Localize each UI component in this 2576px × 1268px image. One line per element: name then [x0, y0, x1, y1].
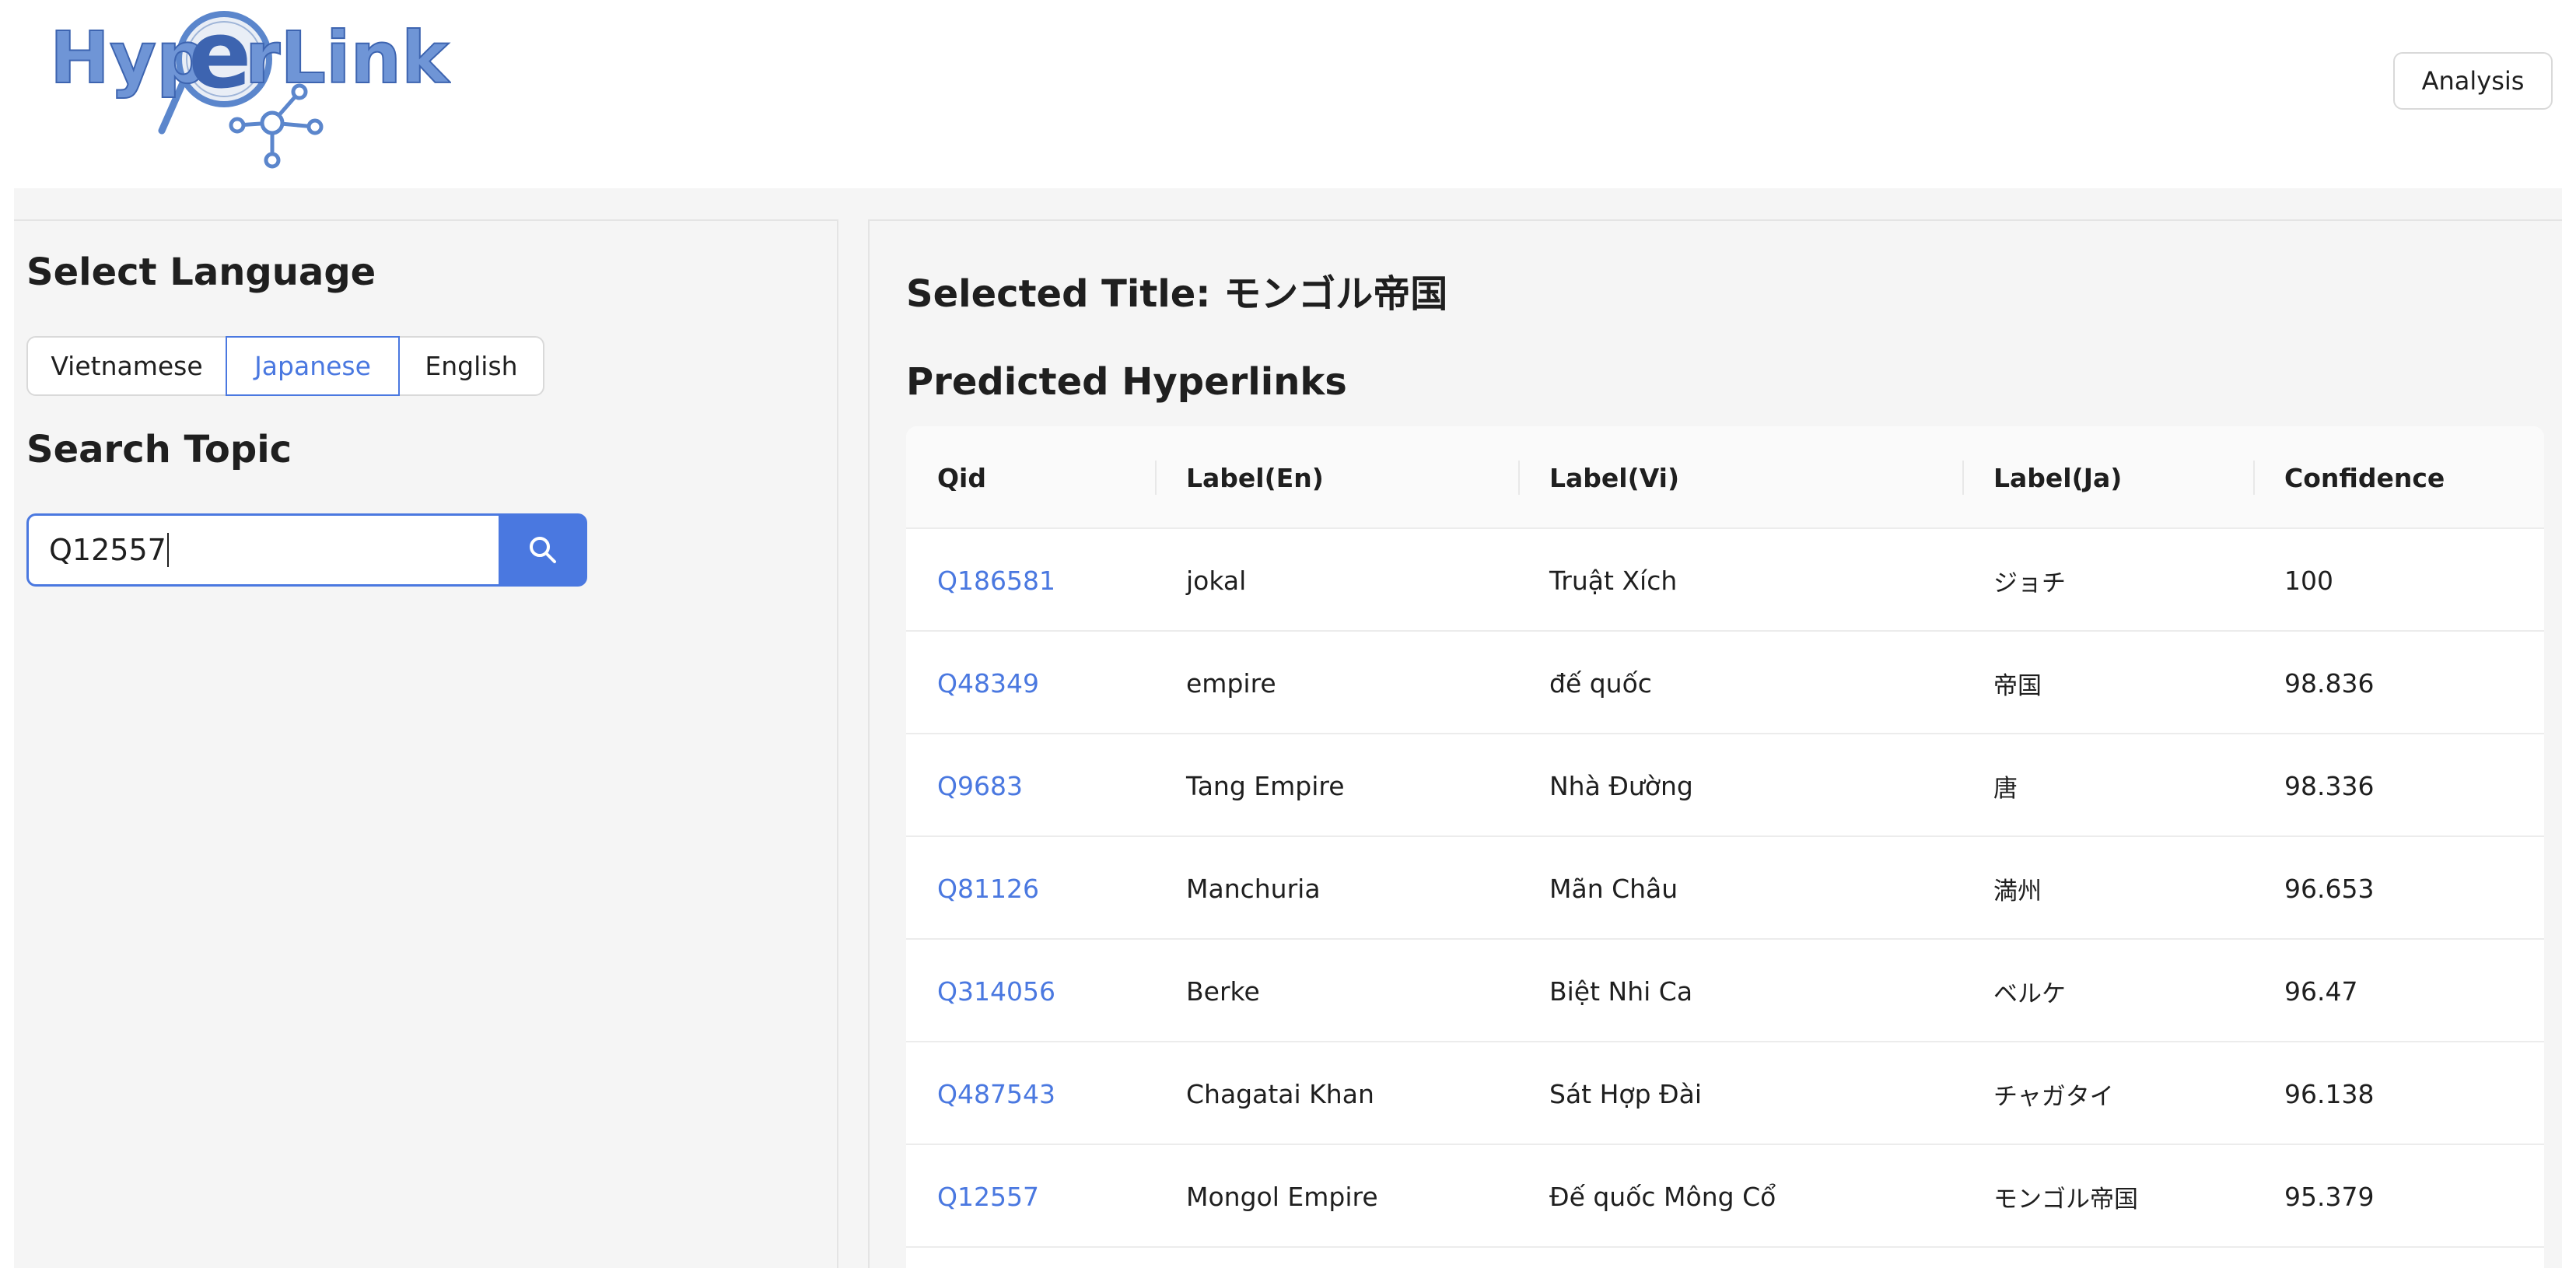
table-row: Q48349 empire đế quốc 帝国 98.836 [906, 632, 2544, 734]
qid-link[interactable]: Q487543 [937, 1042, 1055, 1145]
label-ja-cell: ベルケ [1993, 979, 2066, 1008]
qid-link[interactable]: Q12557 [937, 1145, 1039, 1248]
label-ja-cell: ジョチ [1993, 569, 2066, 597]
confidence-cell: 98.836 [2284, 667, 2375, 699]
search-button[interactable] [499, 513, 587, 587]
hyperlink-logo[interactable]: Hyp e rLink [47, 6, 451, 177]
qid-link[interactable]: Q9683 [937, 734, 1023, 837]
label-ja-cell: 帝国 [1993, 671, 2042, 700]
column-divider [1962, 461, 1964, 495]
column-divider [1518, 461, 1520, 495]
confidence-cell: 100 [2284, 565, 2333, 596]
column-header-label-en[interactable]: Label(En) [1186, 426, 1324, 529]
select-language-heading: Select Language [26, 250, 376, 294]
column-divider [1155, 461, 1157, 495]
label-ja-cell: 唐 [1993, 774, 2018, 803]
label-vi-cell: Mãn Châu [1549, 873, 1678, 904]
hyperlinks-table: Qid Label(En) Label(Vi) Label(Ja) Confid… [906, 426, 2544, 1268]
confidence-cell: 96.653 [2284, 873, 2375, 904]
label-en-cell: Berke [1186, 976, 1260, 1007]
confidence-cell: 96.138 [2284, 1078, 2375, 1109]
label-vi-cell: Sát Hợp Đài [1549, 1078, 1703, 1109]
label-ja-cell: モンゴル帝国 [1993, 1185, 2138, 1214]
label-ja-cell: 満州 [1993, 877, 2042, 905]
confidence-cell: 98.336 [2284, 770, 2375, 801]
svg-text:e: e [188, 6, 251, 110]
qid-link[interactable]: Q186581 [937, 529, 1055, 632]
label-en-cell: Mongol Empire [1186, 1181, 1378, 1212]
search-icon [530, 537, 556, 563]
column-divider [2253, 461, 2255, 495]
search-topic-heading: Search Topic [26, 428, 292, 471]
language-selector: Vietnamese Japanese English [26, 336, 544, 396]
label-vi-cell: Nhà Đường [1549, 770, 1693, 801]
search-input[interactable]: Q12557 [26, 513, 499, 587]
selected-title: Selected Title: モンゴル帝国 [906, 272, 1448, 316]
search-input-value: Q12557 [49, 533, 166, 567]
qid-link[interactable]: Q48349 [937, 632, 1039, 734]
table-header: Qid Label(En) Label(Vi) Label(Ja) Confid… [906, 426, 2544, 529]
label-vi-cell: đế quốc [1549, 667, 1652, 699]
column-header-label-vi[interactable]: Label(Vi) [1549, 426, 1679, 529]
svg-text:rLink: rLink [245, 16, 450, 100]
label-en-cell: Manchuria [1186, 873, 1321, 904]
label-en-cell: jokal [1186, 565, 1247, 596]
analysis-button[interactable]: Analysis [2393, 52, 2553, 110]
qid-link[interactable]: Q314056 [937, 940, 1055, 1042]
table-row: Q9683 Tang Empire Nhà Đường 唐 98.336 [906, 734, 2544, 837]
label-ja-cell: チャガタイ [1993, 1082, 2114, 1111]
table-row: Q186581 jokal Truật Xích ジョチ 100 [906, 529, 2544, 632]
label-vi-cell: Biệt Nhi Ca [1549, 976, 1693, 1007]
column-header-qid[interactable]: Qid [937, 426, 986, 529]
language-option-english[interactable]: English [398, 336, 544, 396]
table-row: Q81126 Manchuria Mãn Châu 満州 96.653 [906, 837, 2544, 940]
svg-text:Hyp: Hyp [50, 16, 208, 100]
label-vi-cell: Truật Xích [1549, 565, 1678, 596]
language-option-vietnamese[interactable]: Vietnamese [26, 336, 227, 396]
qid-link[interactable]: Q81126 [937, 837, 1039, 940]
table-row: Q314056 Berke Biệt Nhi Ca ベルケ 96.47 [906, 940, 2544, 1042]
label-vi-cell: Đế quốc Mông Cổ [1549, 1181, 1776, 1212]
text-caret [166, 533, 169, 567]
language-option-japanese[interactable]: Japanese [226, 336, 400, 396]
label-en-cell: empire [1186, 667, 1276, 699]
predicted-hyperlinks-heading: Predicted Hyperlinks [906, 360, 1347, 404]
app-header: Hyp e rLink Analysis [0, 0, 2576, 188]
table-row: Q487543 Chagatai Khan Sát Hợp Đài チャガタイ … [906, 1042, 2544, 1145]
column-header-label-ja[interactable]: Label(Ja) [1993, 426, 2122, 529]
confidence-cell: 96.47 [2284, 976, 2358, 1007]
column-header-confidence[interactable]: Confidence [2284, 426, 2445, 529]
confidence-cell: 95.379 [2284, 1181, 2375, 1212]
label-en-cell: Tang Empire [1186, 770, 1345, 801]
label-en-cell: Chagatai Khan [1186, 1078, 1374, 1109]
table-row: Q12557 Mongol Empire Đế quốc Mông Cổ モンゴ… [906, 1145, 2544, 1248]
